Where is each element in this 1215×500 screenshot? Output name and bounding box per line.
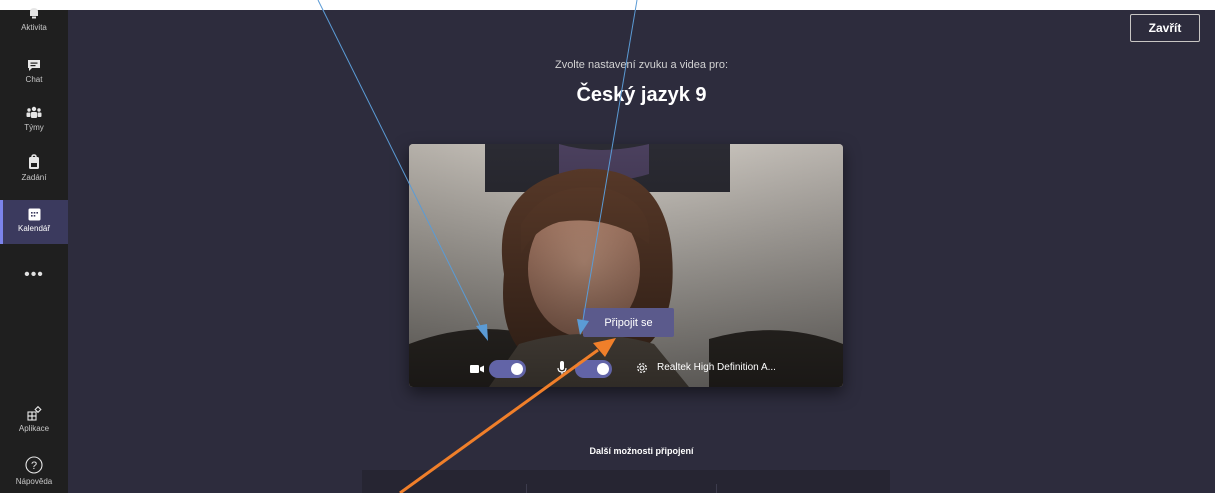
join-options-bar[interactable] <box>362 470 890 493</box>
sidebar-item-apps[interactable]: Aplikace <box>0 406 68 450</box>
sidebar-item-label: Kalendář <box>17 224 51 233</box>
sidebar-item-label: Aplikace <box>18 424 50 433</box>
toggle-knob <box>511 363 523 375</box>
camera-feed-image <box>409 144 843 387</box>
meeting-title: Český jazyk 9 <box>576 84 707 106</box>
join-button[interactable]: Připojit se <box>583 308 674 337</box>
calendar-icon <box>28 208 40 221</box>
divider <box>526 484 527 493</box>
camera-toggle[interactable] <box>489 360 526 378</box>
sidebar-item-chat[interactable]: Chat <box>0 58 68 102</box>
sidebar-item-help[interactable]: ? Nápověda <box>0 456 68 500</box>
close-button[interactable]: Zavřít <box>1130 14 1200 42</box>
sidebar-item-label: Týmy <box>24 123 44 132</box>
help-icon: ? <box>25 456 43 474</box>
microphone-icon <box>557 361 567 375</box>
sidebar-item-label: Zadání <box>21 173 47 182</box>
toggle-knob <box>597 363 609 375</box>
assignments-icon <box>29 154 39 169</box>
prejoin-subtitle: Zvolte nastavení zvuku a videa pro: <box>554 59 729 71</box>
sidebar-item-label: Aktivita <box>21 23 47 32</box>
chat-icon <box>28 60 40 71</box>
more-apps-button[interactable]: ••• <box>0 266 68 284</box>
bell-icon <box>30 8 38 19</box>
teams-icon <box>26 106 42 118</box>
svg-text:?: ? <box>31 460 37 472</box>
microphone-toggle[interactable] <box>575 360 612 378</box>
sidebar-item-activity[interactable]: Aktivita <box>0 8 68 54</box>
sidebar-item-label: Nápověda <box>15 477 53 486</box>
more-join-options-label: Další možnosti připojení <box>589 446 694 456</box>
audio-device-label[interactable]: Realtek High Definition A... <box>657 362 776 373</box>
gear-icon[interactable] <box>635 361 649 375</box>
sidebar-item-calendar[interactable]: Kalendář <box>0 200 68 244</box>
divider <box>716 484 717 493</box>
video-preview <box>409 144 843 387</box>
video-camera-icon <box>470 365 484 373</box>
sidebar-item-assignments[interactable]: Zadání <box>0 154 68 198</box>
apps-icon <box>26 406 42 421</box>
sidebar-item-teams[interactable]: Týmy <box>0 106 68 150</box>
device-controls: Realtek High Definition A... <box>409 352 843 387</box>
sidebar-item-label: Chat <box>25 75 43 84</box>
